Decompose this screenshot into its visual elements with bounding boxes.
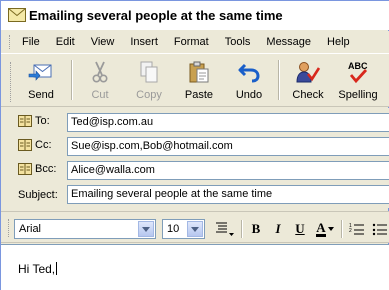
format-separator [341, 220, 343, 238]
font-select[interactable]: Arial [14, 219, 156, 239]
menu-tools[interactable]: Tools [225, 36, 251, 48]
window-title: Emailing several people at the same time [29, 8, 283, 23]
format-separator [241, 220, 243, 238]
numbered-list-button[interactable]: 1 2 [346, 219, 368, 239]
cc-label: Cc: [35, 139, 52, 151]
menu-view[interactable]: View [91, 36, 115, 48]
font-color-button[interactable]: A [312, 219, 338, 239]
check-label: Check [292, 89, 324, 101]
formatting-toolbar: Arial 10 B I U A 1 2 [1, 211, 389, 243]
message-headers: To: Ted@isp.com.au Cc: Sue@isp.com,Bob@h… [1, 108, 389, 208]
paragraph-style-icon [216, 222, 234, 236]
bcc-button[interactable]: Bcc: [18, 163, 56, 175]
bcc-field[interactable]: Alice@walla.com [67, 161, 389, 180]
numbered-list-icon: 1 2 [349, 223, 364, 235]
cut-button[interactable]: Cut [75, 58, 125, 104]
bold-button[interactable]: B [245, 219, 267, 239]
copy-icon [140, 61, 158, 83]
send-button[interactable]: Send [16, 58, 66, 104]
chevron-down-icon [327, 227, 334, 231]
menu-edit[interactable]: Edit [56, 36, 75, 48]
undo-icon [238, 63, 260, 83]
cc-field[interactable]: Sue@isp.com,Bob@hotmail.com [67, 137, 389, 156]
font-value: Arial [19, 223, 42, 235]
send-label: Send [28, 89, 54, 101]
to-field[interactable]: Ted@isp.com.au [67, 113, 389, 132]
font-color-letter: A [316, 219, 326, 237]
undo-button[interactable]: Undo [224, 58, 274, 104]
menu-help[interactable]: Help [327, 36, 350, 48]
subject-field[interactable]: Emailing several people at the same time [67, 185, 389, 204]
paragraph-style-button[interactable] [212, 219, 238, 239]
address-book-icon [18, 163, 32, 175]
toolbar-separator [71, 60, 73, 100]
to-row: To: Ted@isp.com.au [1, 112, 389, 134]
message-body[interactable]: Hi Ted, [1, 244, 389, 290]
underline-button[interactable]: U [289, 219, 311, 239]
compose-window: Emailing several people at the same time… [0, 0, 389, 290]
menu-file[interactable]: File [22, 36, 40, 48]
toolbar-separator [278, 60, 280, 100]
address-book-icon [18, 115, 32, 127]
scissors-icon [92, 61, 108, 83]
menu-grip [9, 35, 12, 49]
bulleted-list-button[interactable] [369, 219, 389, 239]
subject-row: Subject: Emailing several people at the … [1, 184, 389, 206]
chevron-down-icon[interactable] [138, 221, 154, 237]
toolbar-grip [10, 62, 13, 102]
to-label: To: [35, 115, 50, 127]
address-book-icon [18, 139, 32, 151]
paste-label: Paste [184, 89, 214, 101]
message-body-text[interactable]: Hi Ted, [18, 262, 58, 276]
spelling-label: Spelling [338, 89, 378, 101]
chevron-down-icon[interactable] [187, 221, 203, 237]
paste-icon [189, 61, 209, 83]
to-button[interactable]: To: [18, 115, 50, 127]
cc-row: Cc: Sue@isp.com,Bob@hotmail.com [1, 136, 389, 158]
spelling-icon: ABC [348, 61, 368, 84]
bcc-row: Bcc: Alice@walla.com [1, 160, 389, 182]
menu-insert[interactable]: Insert [130, 36, 158, 48]
menu-bar: File Edit View Insert Format Tools Messa… [1, 31, 389, 53]
body-text: Hi Ted, [18, 262, 56, 276]
menu-format[interactable]: Format [174, 36, 209, 48]
check-names-button[interactable]: Check [283, 58, 333, 104]
paste-button[interactable]: Paste [174, 58, 224, 104]
cc-button[interactable]: Cc: [18, 139, 52, 151]
cut-label: Cut [91, 89, 109, 101]
copy-label: Copy [136, 89, 162, 101]
spelling-button[interactable]: ABC Spelling [333, 58, 383, 104]
copy-button[interactable]: Copy [124, 58, 174, 104]
font-size-value: 10 [167, 223, 180, 235]
bcc-label: Bcc: [35, 163, 57, 175]
send-icon [28, 64, 52, 81]
svg-text:2: 2 [349, 228, 352, 234]
format-grip [8, 219, 11, 237]
check-names-icon [296, 62, 321, 83]
undo-label: Undo [235, 89, 263, 101]
font-size-select[interactable]: 10 [162, 219, 205, 239]
menu-message[interactable]: Message [266, 36, 311, 48]
title-bar: Emailing several people at the same time [1, 1, 389, 30]
subject-label: Subject: [18, 189, 58, 201]
envelope-icon [8, 8, 26, 22]
main-toolbar: Send Cut Copy Paste Undo Check ABC Spell… [1, 53, 389, 107]
text-caret [56, 262, 58, 275]
bulleted-list-icon [372, 223, 387, 236]
italic-button[interactable]: I [267, 219, 289, 239]
